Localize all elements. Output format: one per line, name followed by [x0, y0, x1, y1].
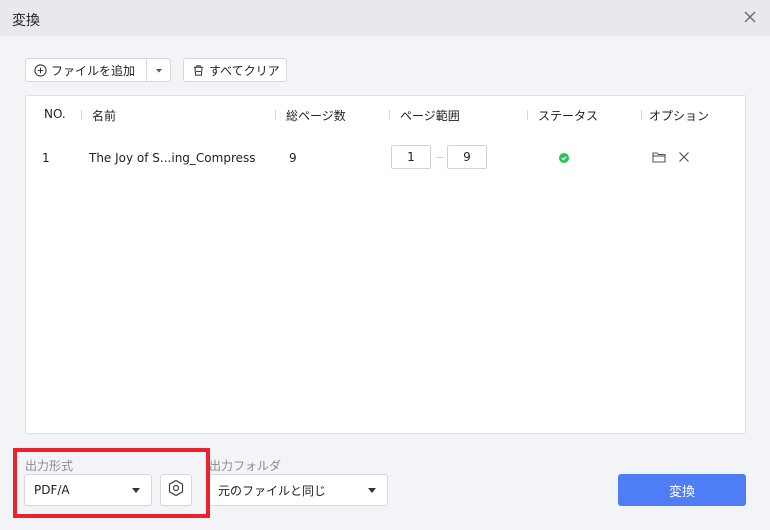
total-pages: 9 — [289, 151, 297, 165]
header-status: ステータス — [538, 109, 599, 123]
caret-down-icon — [368, 488, 376, 493]
convert-button[interactable]: 変換 — [618, 474, 746, 506]
column-divider — [81, 110, 82, 120]
file-table: NO. 名前 総ページ数 ページ範囲 ステータス オプション 1 The Joy… — [25, 95, 746, 434]
caret-down-icon — [155, 63, 163, 77]
format-settings-button[interactable] — [160, 474, 192, 506]
trash-icon — [192, 64, 205, 77]
add-file-button[interactable]: ファイルを追加 — [25, 58, 147, 82]
add-file-label: ファイルを追加 — [51, 63, 136, 78]
output-format-label: 出力形式 — [25, 459, 74, 473]
output-folder-select[interactable]: 元のファイルと同じ — [208, 474, 388, 506]
header-page-range: ページ範囲 — [400, 109, 460, 123]
output-folder-label: 出力フォルダ — [209, 459, 282, 473]
range-separator — [436, 157, 444, 158]
status-success-icon — [559, 152, 569, 163]
page-range-from-input[interactable]: 1 — [391, 145, 431, 169]
caret-down-icon — [132, 488, 140, 493]
title-bar: 変換 — [0, 0, 770, 36]
add-file-dropdown-button[interactable] — [146, 58, 171, 82]
window-title: 変換 — [12, 13, 40, 29]
page-range-to-input[interactable]: 9 — [447, 145, 487, 169]
column-divider — [641, 110, 642, 120]
remove-icon[interactable] — [677, 150, 691, 164]
close-icon[interactable] — [742, 9, 758, 25]
header-options: オプション — [649, 109, 710, 123]
plus-circle-icon — [34, 63, 47, 77]
clear-all-button[interactable]: すべてクリア — [183, 58, 287, 82]
column-divider — [275, 110, 276, 120]
clear-all-label: すべてクリア — [209, 63, 280, 78]
settings-icon — [167, 479, 185, 501]
header-name: 名前 — [92, 109, 117, 123]
output-format-select[interactable]: PDF/A — [24, 474, 152, 506]
folder-icon[interactable] — [652, 150, 666, 164]
output-format-value: PDF/A — [34, 483, 70, 497]
column-divider — [389, 110, 390, 120]
header-no: NO. — [44, 107, 66, 121]
column-divider — [527, 110, 528, 120]
output-folder-value: 元のファイルと同じ — [218, 483, 327, 498]
row-number: 1 — [42, 151, 50, 165]
file-name: The Joy of S...ing_Compress — [89, 151, 256, 165]
header-total-pages: 総ページ数 — [286, 109, 346, 123]
